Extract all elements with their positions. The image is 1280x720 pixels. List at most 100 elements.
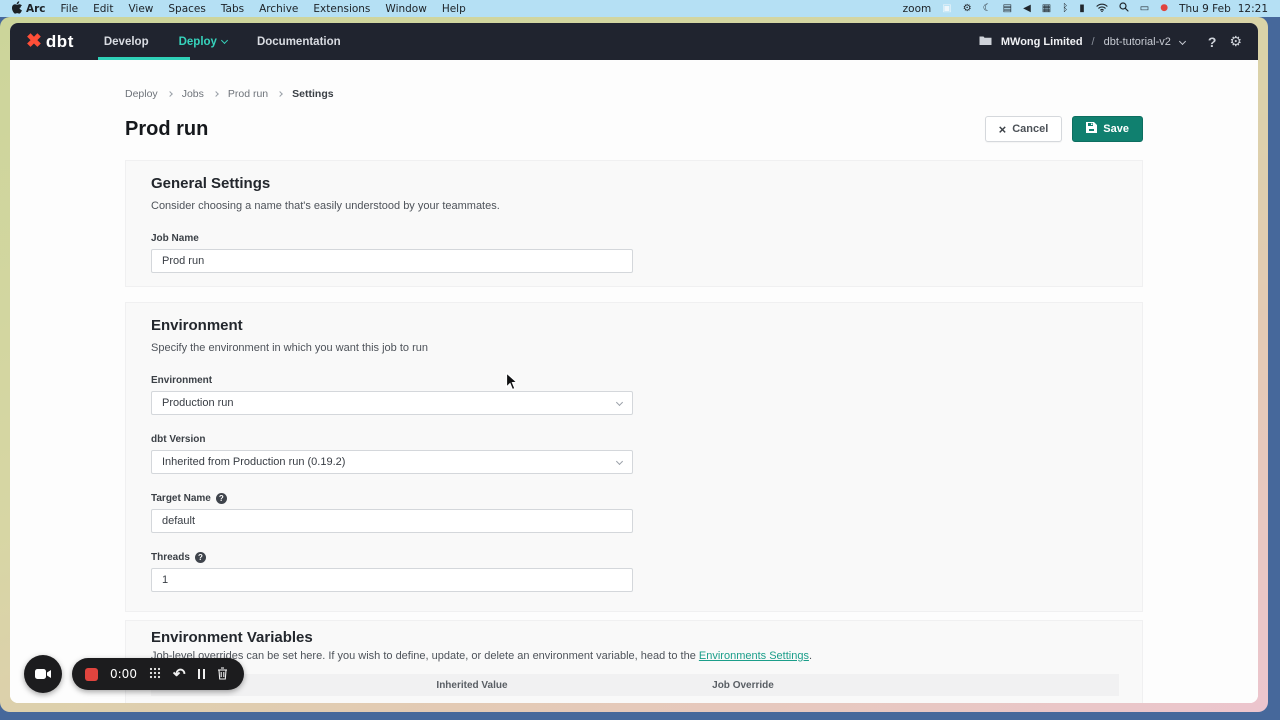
- environments-settings-link[interactable]: Environments Settings: [699, 650, 809, 662]
- account-name[interactable]: MWong Limited: [1001, 36, 1083, 48]
- menubar-item-spaces[interactable]: Spaces: [168, 3, 205, 15]
- menubar-time: 12:21: [1238, 3, 1268, 15]
- chevron-down-icon: [221, 37, 228, 44]
- target-name-input[interactable]: [151, 509, 633, 533]
- nav-deploy[interactable]: Deploy: [179, 23, 227, 60]
- menubar-item-extensions[interactable]: Extensions: [313, 3, 370, 15]
- menubar-item-help[interactable]: Help: [442, 3, 466, 15]
- environment-select-value: Production run: [162, 397, 234, 409]
- breadcrumb: Deploy Jobs Prod run Settings: [125, 88, 1143, 100]
- cancel-button-label: Cancel: [1012, 123, 1048, 135]
- general-settings-title: General Settings: [151, 175, 1117, 192]
- calendar-icon[interactable]: ▦: [1042, 4, 1051, 14]
- trash-icon[interactable]: [217, 667, 228, 682]
- dbt-navbar: ✖ dbt Develop Deploy Documentation MWong…: [10, 23, 1258, 60]
- gear-icon[interactable]: ⚙: [963, 4, 972, 14]
- menubar-zoom-app[interactable]: zoom: [903, 3, 932, 15]
- threads-label: Threads: [151, 552, 190, 563]
- menubar-date: Thu 9 Feb: [1179, 3, 1231, 15]
- breadcrumb-settings: Settings: [292, 88, 333, 100]
- nav-documentation[interactable]: Documentation: [257, 23, 341, 60]
- help-icon[interactable]: ?: [1208, 34, 1217, 50]
- general-settings-description: Consider choosing a name that's easily u…: [151, 200, 1117, 212]
- chevron-right-icon: [167, 91, 173, 97]
- mouse-cursor: [505, 372, 519, 397]
- breadcrumb-deploy[interactable]: Deploy: [125, 88, 158, 100]
- save-button[interactable]: Save: [1072, 116, 1143, 142]
- target-name-label: Target Name: [151, 493, 211, 504]
- recording-indicator-icon[interactable]: ●: [1160, 4, 1168, 13]
- save-icon: [1086, 122, 1097, 136]
- close-icon: ×: [999, 123, 1007, 136]
- menubar-item-tabs[interactable]: Tabs: [221, 3, 244, 15]
- moon-icon[interactable]: ☾: [983, 4, 992, 14]
- macos-menubar: Arc File Edit View Spaces Tabs Archive E…: [0, 0, 1280, 17]
- dbt-logo[interactable]: ✖ dbt: [26, 32, 74, 52]
- battery-icon[interactable]: ▮: [1079, 4, 1085, 14]
- breadcrumb-prod-run[interactable]: Prod run: [228, 88, 268, 100]
- dbt-version-select-value: Inherited from Production run (0.19.2): [162, 456, 345, 468]
- project-name[interactable]: dbt-tutorial-v2: [1104, 36, 1171, 48]
- env-vars-description-end: .: [809, 650, 812, 662]
- recording-toolbar: 0:00 ↶: [72, 658, 244, 690]
- bluetooth-icon[interactable]: ᛒ: [1062, 4, 1068, 14]
- section-environment: Environment Specify the environment in w…: [125, 302, 1143, 612]
- dbt-version-select[interactable]: Inherited from Production run (0.19.2): [151, 450, 633, 474]
- video-camera-icon: [35, 668, 52, 680]
- target-name-help-icon[interactable]: ?: [216, 493, 227, 504]
- column-inherited-value: Inherited Value: [321, 680, 623, 691]
- chevron-down-icon: [616, 457, 623, 464]
- volume-icon[interactable]: ◀: [1023, 4, 1031, 14]
- nav-deploy-label: Deploy: [179, 36, 217, 48]
- section-environment-variables: Environment Variables Job-level override…: [125, 620, 1143, 703]
- menubar-item-window[interactable]: Window: [385, 3, 426, 15]
- screen-share-icon[interactable]: ▣: [942, 4, 951, 14]
- menubar-clock: Thu 9 Feb 12:21: [1179, 3, 1268, 15]
- job-name-label: Job Name: [151, 233, 1117, 244]
- menubar-item-view[interactable]: View: [128, 3, 153, 15]
- apple-icon[interactable]: [12, 1, 23, 17]
- threads-input[interactable]: [151, 568, 633, 592]
- environment-select[interactable]: Production run: [151, 391, 633, 415]
- menubar-app-name[interactable]: Arc: [26, 3, 46, 15]
- pause-icon[interactable]: [198, 669, 206, 679]
- column-job-override: Job Override: [623, 680, 863, 691]
- chevron-right-icon: [277, 91, 283, 97]
- settings-gear-icon[interactable]: ⚙: [1229, 33, 1242, 50]
- folder-icon: [979, 33, 992, 51]
- display-icon[interactable]: ▭: [1140, 4, 1149, 14]
- menubar-item-file[interactable]: File: [61, 3, 79, 15]
- search-icon[interactable]: [1119, 2, 1129, 15]
- environment-label: Environment: [151, 375, 1117, 386]
- chevron-down-icon[interactable]: [1179, 38, 1186, 45]
- env-vars-table-header: Inherited Value Job Override: [151, 674, 1119, 696]
- stop-recording-button[interactable]: [85, 668, 98, 681]
- dbt-logo-text: dbt: [46, 32, 74, 52]
- threads-help-icon[interactable]: ?: [195, 552, 206, 563]
- breadcrumb-jobs[interactable]: Jobs: [182, 88, 204, 100]
- menubar-item-edit[interactable]: Edit: [93, 3, 113, 15]
- environment-title: Environment: [151, 317, 1117, 334]
- nav-develop[interactable]: Develop: [104, 23, 149, 60]
- environment-variables-title: Environment Variables: [151, 629, 1117, 646]
- menubar-item-archive[interactable]: Archive: [259, 3, 298, 15]
- chevron-down-icon: [616, 398, 623, 405]
- dbt-logo-icon: ✖: [26, 32, 42, 51]
- grid-tool-icon[interactable]: [149, 667, 161, 681]
- camera-toggle-button[interactable]: [24, 655, 62, 693]
- page-title: Prod run: [125, 118, 208, 141]
- main-content: Deploy Jobs Prod run Settings Prod run ×…: [10, 60, 1258, 703]
- wifi-icon[interactable]: [1096, 3, 1108, 15]
- undo-icon[interactable]: ↶: [173, 667, 186, 682]
- recording-timer: 0:00: [110, 667, 137, 681]
- section-general-settings: General Settings Consider choosing a nam…: [125, 160, 1143, 287]
- environment-description: Specify the environment in which you wan…: [151, 342, 1117, 354]
- save-button-label: Save: [1103, 123, 1129, 135]
- account-separator: /: [1092, 36, 1095, 48]
- job-name-input[interactable]: [151, 249, 633, 273]
- chevron-right-icon: [213, 91, 219, 97]
- cancel-button[interactable]: × Cancel: [985, 116, 1063, 142]
- dbt-version-label: dbt Version: [151, 434, 1117, 445]
- app-icon[interactable]: ▤: [1003, 4, 1012, 14]
- browser-window: ✖ dbt Develop Deploy Documentation MWong…: [0, 17, 1268, 712]
